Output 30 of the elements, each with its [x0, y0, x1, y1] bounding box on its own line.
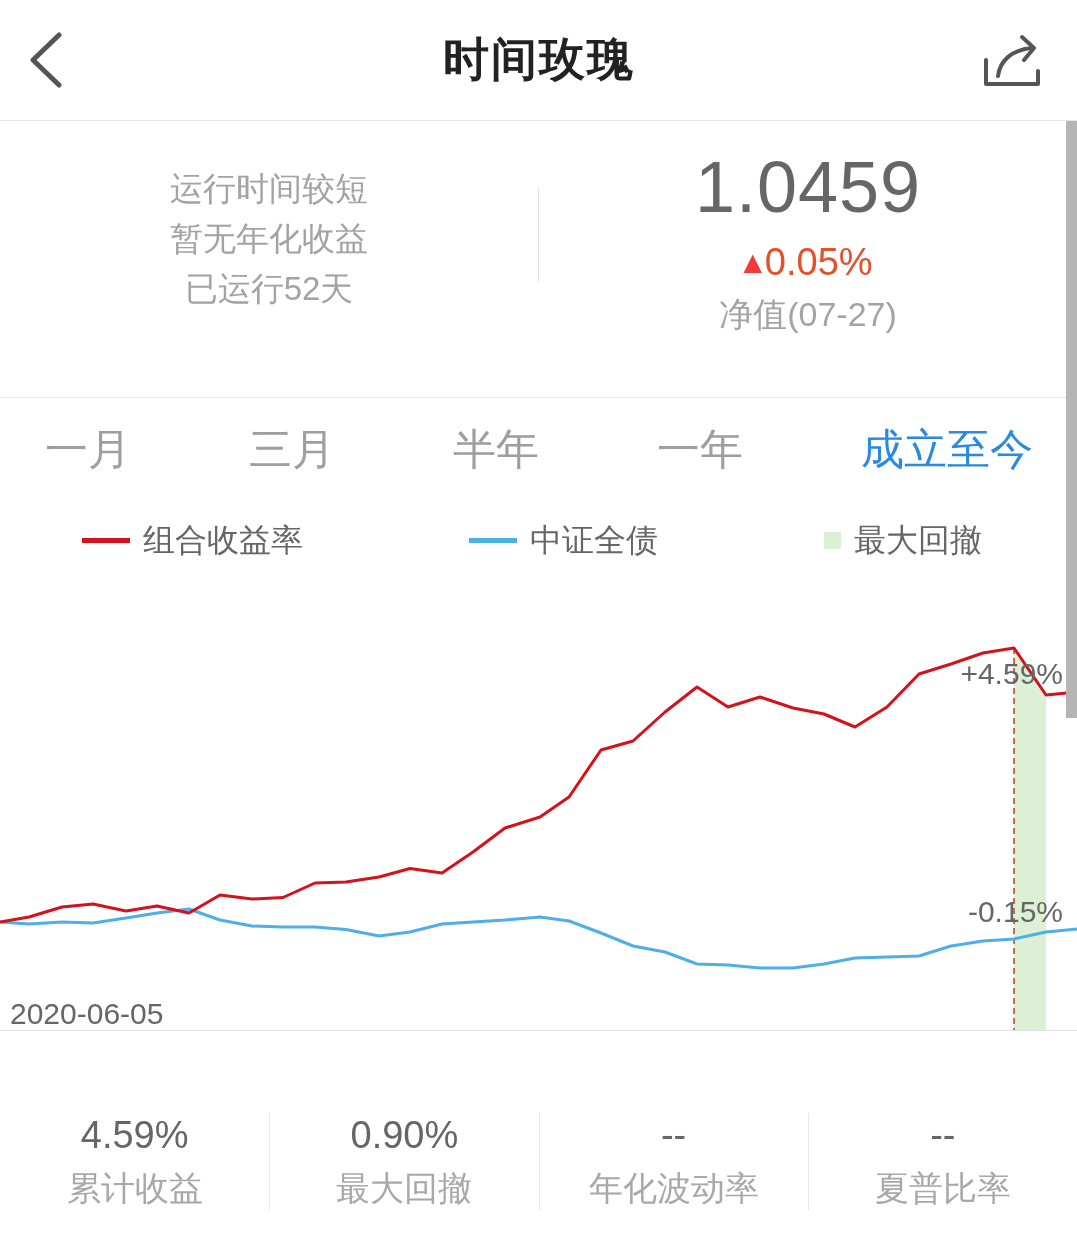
- range-tab[interactable]: 一月: [45, 421, 131, 477]
- share-icon: [983, 33, 1041, 87]
- net-value-label: 净值(07-27): [719, 294, 897, 335]
- notice-text: 运行时间较短: [170, 169, 368, 209]
- net-value: 1.0459: [694, 147, 922, 227]
- share-button[interactable]: [983, 33, 1041, 87]
- triangle-icon: ▲: [743, 247, 762, 277]
- page-title: 时间玫瑰: [441, 32, 636, 87]
- stat-value: --: [660, 1113, 687, 1157]
- stat-value: 0.90%: [350, 1113, 459, 1157]
- notice-text: 已运行52天: [184, 269, 354, 309]
- range-tab[interactable]: 三月: [249, 421, 335, 477]
- stat-label: 累计收益: [66, 1168, 203, 1209]
- legend-label: 最大回撤: [854, 521, 982, 560]
- notice-text: 暂无年化收益: [170, 219, 368, 259]
- chevron-left-icon: [28, 32, 64, 88]
- range-tab[interactable]: 半年: [453, 421, 539, 477]
- daily-change: 0.05%: [764, 240, 873, 285]
- stat-value: --: [930, 1113, 956, 1157]
- start-date-label: 2020-06-05: [10, 997, 164, 1030]
- benchmark-value-label: -0.15%: [967, 895, 1063, 928]
- legend-label: 中证全债: [530, 521, 658, 560]
- back-button[interactable]: [28, 32, 64, 88]
- range-tab[interactable]: 一年: [657, 421, 743, 477]
- range-tab[interactable]: 成立至今: [861, 421, 1033, 477]
- stat-label: 最大回撤: [336, 1168, 473, 1209]
- stat-label: 夏普比率: [874, 1168, 1011, 1209]
- stat-label: 年化波动率: [588, 1168, 759, 1209]
- legend-label: 组合收益率: [143, 521, 303, 560]
- stat-value: 4.59%: [80, 1113, 189, 1157]
